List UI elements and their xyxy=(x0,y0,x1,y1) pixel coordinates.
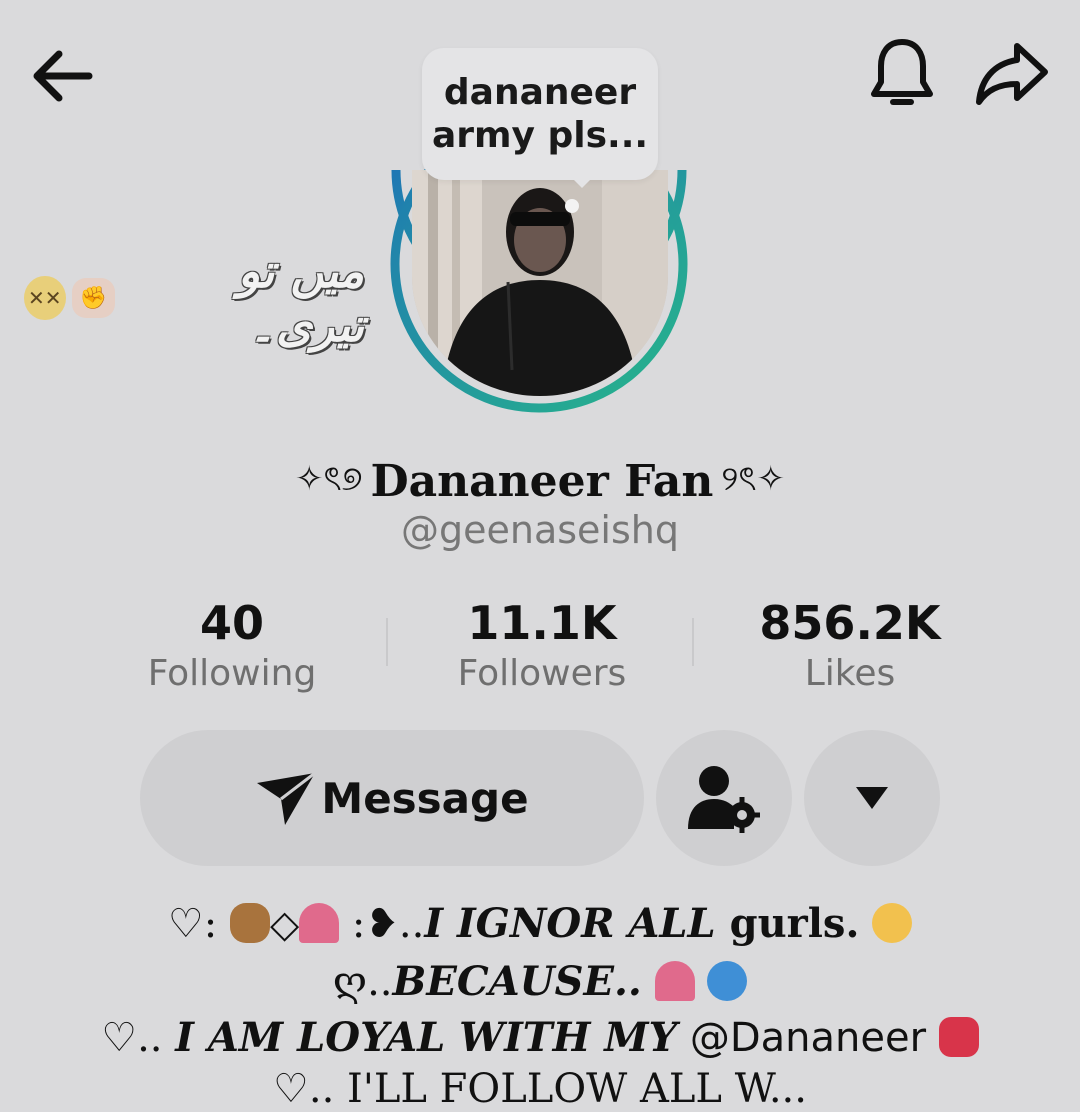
share-button[interactable] xyxy=(968,36,1056,112)
bio-line: ♡.. I AM LOYAL WITH MY @Dananeer xyxy=(0,1014,1080,1061)
overlay-caption-text: میں تو تیری۔ xyxy=(237,244,365,352)
bio-text: I IGNOR ALL xyxy=(424,900,716,947)
bell-icon xyxy=(871,39,933,105)
notification-bell-button[interactable] xyxy=(864,34,940,114)
note-bubble-tail xyxy=(568,174,596,188)
arrow-left-icon xyxy=(33,50,93,102)
kissing-face-emoji-icon xyxy=(872,903,913,943)
bio-text: ღ.. xyxy=(332,959,393,1005)
bio-text: ♡.. xyxy=(101,1015,163,1061)
display-name: Dananeer Fan xyxy=(370,455,714,507)
message-button-label: Message xyxy=(321,773,529,823)
followers-stat[interactable]: 11.1K Followers xyxy=(402,596,682,698)
name-suffix-decoration: ୨ৎ✧ xyxy=(721,458,786,499)
back-button[interactable] xyxy=(22,40,102,112)
followers-label: Followers xyxy=(457,653,627,694)
friend-settings-button[interactable] xyxy=(656,730,792,866)
following-count: 40 xyxy=(199,596,264,650)
bio-text: I AM LOYAL WITH MY xyxy=(175,1014,678,1061)
diamond-outline-icon: ◇ xyxy=(269,902,300,946)
teddy-bear-emoji-icon xyxy=(229,903,270,943)
note-text-line1: dananeer xyxy=(443,71,637,113)
stat-divider xyxy=(692,618,694,666)
username: @geenaseishq xyxy=(401,508,679,552)
following-stat[interactable]: 40 Following xyxy=(92,596,372,698)
bio-line: ♡: ◇ :❥..I IGNOR ALL gurls. xyxy=(0,900,1080,947)
note-text-line2: army pls... xyxy=(431,115,649,156)
bio-line: ♡.. I'LL FOLLOW ALL W... xyxy=(273,1066,807,1112)
likes-stat[interactable]: 856.2K Likes xyxy=(710,596,990,698)
tulip-emoji-icon xyxy=(654,961,695,1001)
user-settings-icon xyxy=(688,766,760,833)
caret-down-icon xyxy=(856,787,888,809)
bio-text: ♡: xyxy=(167,901,218,947)
bio-line: ღ..BECAUSE.. xyxy=(0,958,1080,1005)
more-options-button[interactable] xyxy=(804,730,940,866)
likes-label: Likes xyxy=(804,653,896,694)
name-prefix-decoration: ✧ৎ୭ xyxy=(294,458,363,499)
send-icon xyxy=(257,771,317,825)
profile-name-row: ✧ৎ୭ Dananeer Fan ୨ৎ✧ xyxy=(0,446,1080,516)
bio-text: gurls. xyxy=(715,900,860,947)
followers-count: 11.1K xyxy=(467,596,617,650)
tulip-emoji-icon xyxy=(299,903,340,943)
share-arrow-icon xyxy=(976,43,1048,105)
stat-divider xyxy=(386,618,388,666)
fist-emoji-icon: ✊ xyxy=(71,278,116,318)
globe-emoji-icon xyxy=(707,961,748,1001)
ribbon-emoji-icon xyxy=(938,1017,979,1057)
tired-face-emoji-icon: ✕✕ xyxy=(24,276,66,320)
likes-count: 856.2K xyxy=(759,596,941,650)
bio-text: :❥.. xyxy=(351,901,425,947)
note-bubble[interactable]: dananeer army pls... xyxy=(422,48,658,180)
message-button[interactable]: Message xyxy=(140,730,644,866)
overlay-caption: ✕✕ ✊ میں تو تیری۔ xyxy=(24,244,364,352)
bio-mention-link[interactable]: @Dananeer xyxy=(690,1015,926,1061)
following-label: Following xyxy=(147,653,317,694)
bio-text: BECAUSE.. xyxy=(392,958,642,1005)
